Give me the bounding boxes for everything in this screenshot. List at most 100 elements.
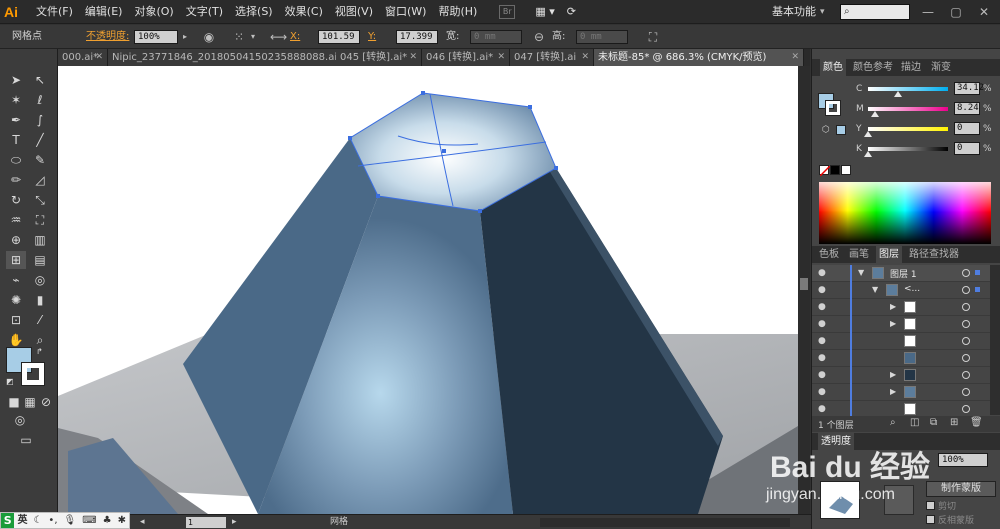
tab-pathfinder[interactable]: 路径查找器: [906, 246, 962, 263]
arrange-documents-icon[interactable]: ▦ ▾: [529, 0, 560, 24]
link-icon[interactable]: ⟷: [270, 30, 287, 44]
channel-k-track[interactable]: [868, 147, 948, 151]
channel-y-knob[interactable]: [864, 131, 872, 137]
tab-close-icon[interactable]: ✕: [95, 49, 103, 66]
swap-fill-stroke-icon[interactable]: ↱: [36, 347, 43, 356]
y-label[interactable]: Y:: [368, 25, 376, 49]
blend-tool-icon[interactable]: ◎: [30, 271, 50, 289]
eye-icon[interactable]: ●: [818, 336, 826, 346]
keyboard-icon[interactable]: ⌨: [79, 513, 99, 528]
menu-view[interactable]: 视图(V): [329, 0, 379, 24]
menu-help[interactable]: 帮助(H): [432, 0, 483, 24]
expand-icon[interactable]: ▶: [890, 302, 896, 311]
tab-close-icon[interactable]: ✕: [409, 49, 417, 66]
free-transform-tool-icon[interactable]: ⛶: [30, 211, 50, 229]
selection-indicator[interactable]: [975, 270, 980, 275]
symbol-sprayer-tool-icon[interactable]: ✺: [6, 291, 26, 309]
ellipse-tool-icon[interactable]: ⬭: [6, 151, 26, 169]
selection-tool-icon[interactable]: ➤: [6, 71, 26, 89]
menu-object[interactable]: 对象(O): [128, 0, 179, 24]
scale-tool-icon[interactable]: ⤡: [30, 191, 50, 209]
new-layer-icon[interactable]: ⊞: [950, 417, 958, 428]
menu-effect[interactable]: 效果(C): [279, 0, 329, 24]
tab-stroke[interactable]: 描边: [898, 59, 924, 76]
horizontal-scrollbar[interactable]: [540, 518, 790, 527]
close-button[interactable]: ✕: [970, 0, 998, 24]
artboard-nav-next-icon[interactable]: ▸: [232, 515, 237, 529]
none-color-swatch[interactable]: [819, 165, 830, 176]
opacity-dropdown-icon[interactable]: ▸: [178, 30, 192, 44]
color-stroke-swatch[interactable]: [825, 100, 841, 116]
expand-icon[interactable]: ▶: [890, 319, 896, 328]
gradient-tool-icon[interactable]: ▤: [30, 251, 50, 269]
width-input[interactable]: 0 mm: [470, 30, 522, 44]
expand-icon[interactable]: ▶: [890, 370, 896, 379]
transform-icon[interactable]: ⛶: [646, 30, 660, 44]
menu-edit[interactable]: 编辑(E): [79, 0, 129, 24]
pen-tool-icon[interactable]: ✒: [6, 111, 26, 129]
expand-icon[interactable]: ▼: [858, 268, 864, 277]
pencil-tool-icon[interactable]: ✏: [6, 171, 26, 189]
workspace-chevron-icon[interactable]: ▾: [820, 0, 825, 24]
lasso-tool-icon[interactable]: ℓ: [30, 91, 50, 109]
eyedropper-tool-icon[interactable]: ⌁: [6, 271, 26, 289]
target-circle-icon[interactable]: [962, 269, 970, 277]
make-clipping-mask-icon[interactable]: ◫: [910, 417, 919, 428]
artboard-canvas[interactable]: [58, 66, 798, 514]
mic-icon[interactable]: 🎙: [61, 513, 80, 528]
default-colors-icon[interactable]: ◩: [6, 377, 14, 386]
skin-icon[interactable]: ♣: [100, 513, 115, 528]
ime-language-toggle[interactable]: 英: [14, 513, 30, 528]
new-sublayer-icon[interactable]: ⧉: [930, 417, 937, 428]
help-search-input[interactable]: ⌕: [840, 4, 910, 20]
warp-tool-icon[interactable]: ♒: [6, 211, 26, 229]
target-circle-icon[interactable]: [962, 354, 970, 362]
artwork[interactable]: [58, 66, 798, 514]
height-input[interactable]: 0 mm: [576, 30, 628, 44]
channel-c-track[interactable]: [868, 87, 948, 91]
channel-y-input[interactable]: 0: [954, 122, 980, 135]
direct-selection-tool-icon[interactable]: ↖: [30, 71, 50, 89]
out-of-gamut-icon[interactable]: ⬡: [822, 125, 830, 135]
tab-untitled-85[interactable]: 未标题-85* @ 686.3% (CMYK/预览) ✕: [594, 49, 804, 66]
layer-row[interactable]: ● ▶: [812, 316, 990, 333]
layer-row[interactable]: ● ▶: [812, 299, 990, 316]
align-dropdown-icon[interactable]: ▾: [246, 30, 260, 44]
delete-layer-icon[interactable]: 🗑: [970, 417, 983, 428]
bridge-button[interactable]: Br: [499, 4, 516, 19]
tab-000[interactable]: 000.ai* ✕: [58, 49, 108, 66]
tab-close-icon[interactable]: ✕: [497, 49, 505, 66]
channel-y-track[interactable]: [868, 127, 948, 131]
menu-window[interactable]: 窗口(W): [379, 0, 432, 24]
rotate-tool-icon[interactable]: ↻: [6, 191, 26, 209]
opacity-link[interactable]: 不透明度:: [86, 25, 129, 49]
eye-icon[interactable]: ●: [818, 404, 826, 414]
eye-icon[interactable]: ●: [818, 302, 826, 312]
magic-wand-tool-icon[interactable]: ✶: [6, 91, 26, 109]
curvature-tool-icon[interactable]: ∫: [30, 111, 50, 129]
none-mode-icon[interactable]: ⊘: [36, 393, 56, 411]
wrench-icon[interactable]: ✱: [115, 513, 129, 528]
channel-c-input[interactable]: 34.12: [954, 82, 984, 95]
slice-tool-icon[interactable]: ⁄: [30, 311, 50, 329]
web-safe-swatch[interactable]: [836, 125, 846, 135]
x-label[interactable]: X:: [290, 25, 300, 49]
tab-046[interactable]: 046 [转换].ai* ✕: [422, 49, 510, 66]
reference-point-icon[interactable]: ⁙: [232, 30, 246, 44]
layer-row[interactable]: ● ▶: [812, 367, 990, 384]
artboard-nav-prev-icon[interactable]: ◂: [140, 515, 145, 529]
group-name[interactable]: <...: [904, 284, 920, 294]
tab-close-icon[interactable]: ✕: [581, 49, 589, 66]
target-circle-icon[interactable]: [962, 371, 970, 379]
layer-name[interactable]: 图层 1: [890, 267, 917, 280]
workspace-switcher[interactable]: 基本功能: [772, 0, 816, 24]
target-circle-icon[interactable]: [962, 303, 970, 311]
target-circle-icon[interactable]: [962, 337, 970, 345]
target-circle-icon[interactable]: [962, 405, 970, 413]
eye-icon[interactable]: ●: [818, 370, 826, 380]
screen-mode-icon[interactable]: ▭: [16, 431, 36, 449]
menu-file[interactable]: 文件(F): [30, 0, 79, 24]
selection-indicator[interactable]: [975, 287, 980, 292]
tab-gradient[interactable]: 渐变: [928, 59, 954, 76]
eye-icon[interactable]: ●: [818, 353, 826, 363]
